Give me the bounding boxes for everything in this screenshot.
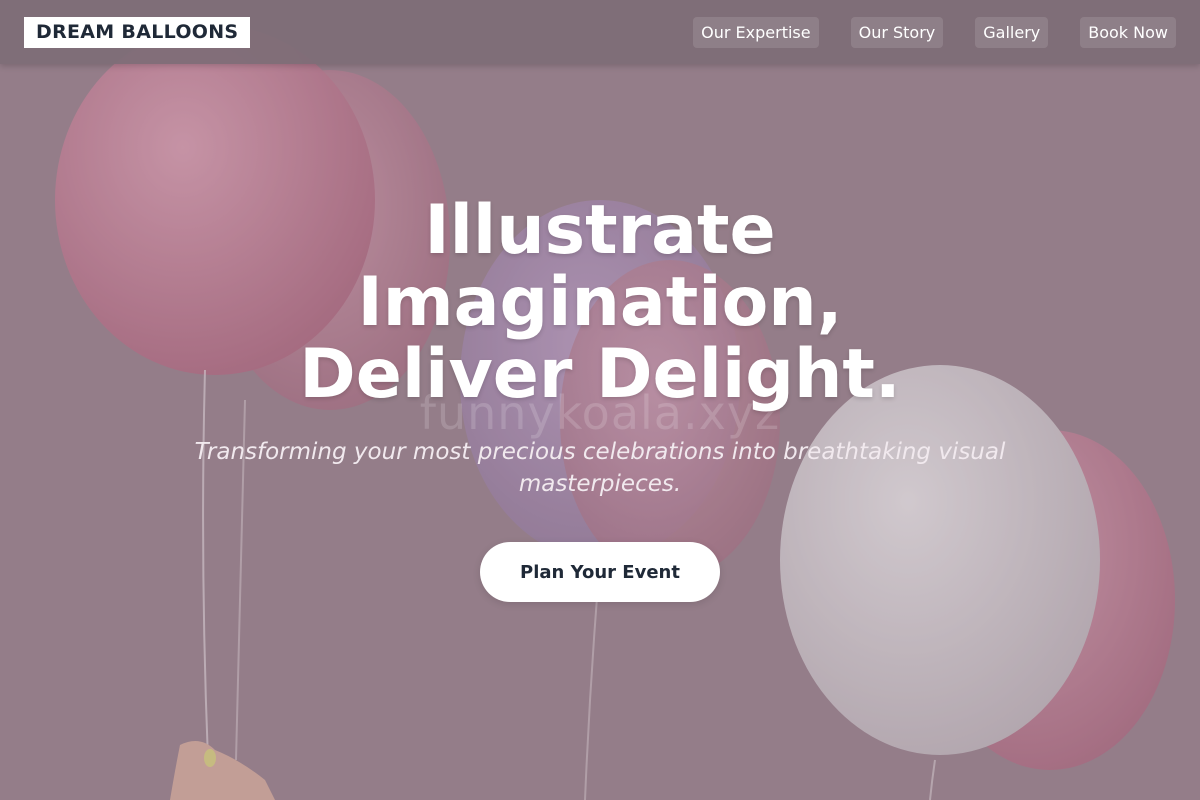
plan-your-event-button[interactable]: Plan Your Event (480, 542, 720, 602)
hero-title-line-2: Imagination, (357, 263, 843, 342)
main-nav: Our Expertise Our Story Gallery Book Now (693, 16, 1176, 48)
hero-title: Illustrate Imagination, Deliver Delight. (200, 195, 1000, 411)
landing-page: DREAM BALLOONS Our Expertise Our Story G… (0, 0, 1200, 800)
nav-link-gallery[interactable]: Gallery (975, 16, 1049, 48)
nav-link-our-expertise[interactable]: Our Expertise (693, 16, 819, 48)
brand-logo[interactable]: DREAM BALLOONS (24, 16, 251, 48)
nav-link-book-now[interactable]: Book Now (1080, 16, 1176, 48)
site-header: DREAM BALLOONS Our Expertise Our Story G… (0, 0, 1200, 64)
hero-title-line-3: Deliver Delight. (299, 335, 901, 414)
nav-link-our-story[interactable]: Our Story (850, 16, 944, 48)
hero-subtitle: Transforming your most precious celebrat… (194, 439, 1006, 497)
hero-title-line-1: Illustrate (424, 191, 776, 270)
hero-section: funnykoala.xyz Illustrate Imagination, D… (0, 64, 1200, 800)
